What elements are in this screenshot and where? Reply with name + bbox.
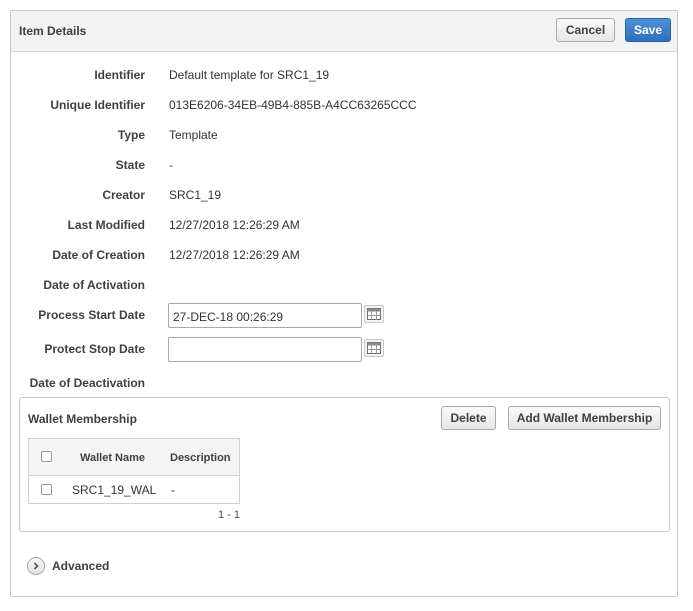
pagination-label: 1 - 1 bbox=[218, 509, 241, 521]
unique-identifier-label: Unique Identifier bbox=[50, 98, 145, 112]
last-modified-label: Last Modified bbox=[67, 218, 145, 232]
dialog-title: Item Details bbox=[19, 24, 87, 38]
description-cell: - bbox=[171, 483, 175, 497]
type-row: Type Template bbox=[11, 128, 651, 148]
advanced-label[interactable]: Advanced bbox=[52, 559, 109, 573]
calendar-icon[interactable] bbox=[364, 305, 384, 323]
identifier-label: Identifier bbox=[94, 68, 145, 82]
add-wallet-membership-button[interactable]: Add Wallet Membership bbox=[508, 406, 661, 430]
type-value: Template bbox=[169, 128, 218, 142]
table-row[interactable]: SRC1_19_WAL - bbox=[29, 475, 239, 503]
column-header-wallet-name[interactable]: Wallet Name bbox=[80, 452, 145, 464]
wallet-table: Wallet Name Description SRC1_19_WAL - bbox=[28, 438, 240, 504]
identifier-row: Identifier Default template for SRC1_19 bbox=[11, 68, 651, 88]
item-details-dialog: Item Details Cancel Save Identifier Defa… bbox=[10, 10, 678, 597]
date-of-activation-row: Date of Activation bbox=[11, 278, 651, 298]
date-of-creation-value: 12/27/2018 12:26:29 AM bbox=[169, 248, 300, 262]
creator-value: SRC1_19 bbox=[169, 188, 222, 202]
type-label: Type bbox=[117, 128, 145, 142]
calendar-icon[interactable] bbox=[364, 339, 384, 357]
advanced-expand-button[interactable] bbox=[27, 557, 45, 575]
cancel-button[interactable]: Cancel bbox=[556, 18, 615, 42]
process-start-date-label: Process Start Date bbox=[38, 308, 145, 322]
wallet-name-cell: SRC1_19_WAL bbox=[72, 483, 157, 497]
wallet-table-header: Wallet Name Description bbox=[29, 439, 239, 476]
last-modified-value: 12/27/2018 12:26:29 AM bbox=[169, 218, 300, 232]
date-of-creation-row: Date of Creation 12/27/2018 12:26:29 AM bbox=[11, 248, 651, 268]
protect-stop-date-input[interactable] bbox=[168, 337, 362, 362]
state-label: State bbox=[115, 158, 145, 172]
date-of-creation-label: Date of Creation bbox=[52, 248, 145, 262]
last-modified-row: Last Modified 12/27/2018 12:26:29 AM bbox=[11, 218, 651, 238]
identifier-value: Default template for SRC1_19 bbox=[169, 68, 330, 82]
unique-identifier-row: Unique Identifier 013E6206-34EB-49B4-885… bbox=[11, 98, 651, 118]
row-select-checkbox[interactable] bbox=[41, 484, 52, 495]
creator-row: Creator SRC1_19 bbox=[11, 188, 651, 208]
creator-label: Creator bbox=[102, 188, 145, 202]
delete-button[interactable]: Delete bbox=[441, 406, 496, 430]
protect-stop-date-label: Protect Stop Date bbox=[44, 342, 145, 356]
date-of-deactivation-row: Date of Deactivation bbox=[11, 376, 651, 396]
chevron-right-icon bbox=[33, 562, 39, 570]
date-of-deactivation-label: Date of Deactivation bbox=[29, 376, 145, 390]
dialog-header: Item Details Cancel Save bbox=[11, 11, 677, 52]
calendar-icon-glyph bbox=[367, 342, 381, 354]
state-value: - bbox=[169, 158, 173, 172]
wallet-membership-title: Wallet Membership bbox=[28, 412, 137, 426]
save-button[interactable]: Save bbox=[625, 18, 671, 42]
column-header-description[interactable]: Description bbox=[170, 452, 231, 464]
unique-identifier-value: 013E6206-34EB-49B4-885B-A4CC63265CCC bbox=[169, 98, 417, 112]
process-start-date-input[interactable] bbox=[168, 303, 362, 328]
calendar-icon-glyph bbox=[367, 308, 381, 320]
wallet-membership-region: Wallet Membership Delete Add Wallet Memb… bbox=[19, 397, 670, 532]
state-row: State - bbox=[11, 158, 651, 178]
select-all-checkbox[interactable] bbox=[41, 451, 52, 462]
date-of-activation-label: Date of Activation bbox=[43, 278, 145, 292]
